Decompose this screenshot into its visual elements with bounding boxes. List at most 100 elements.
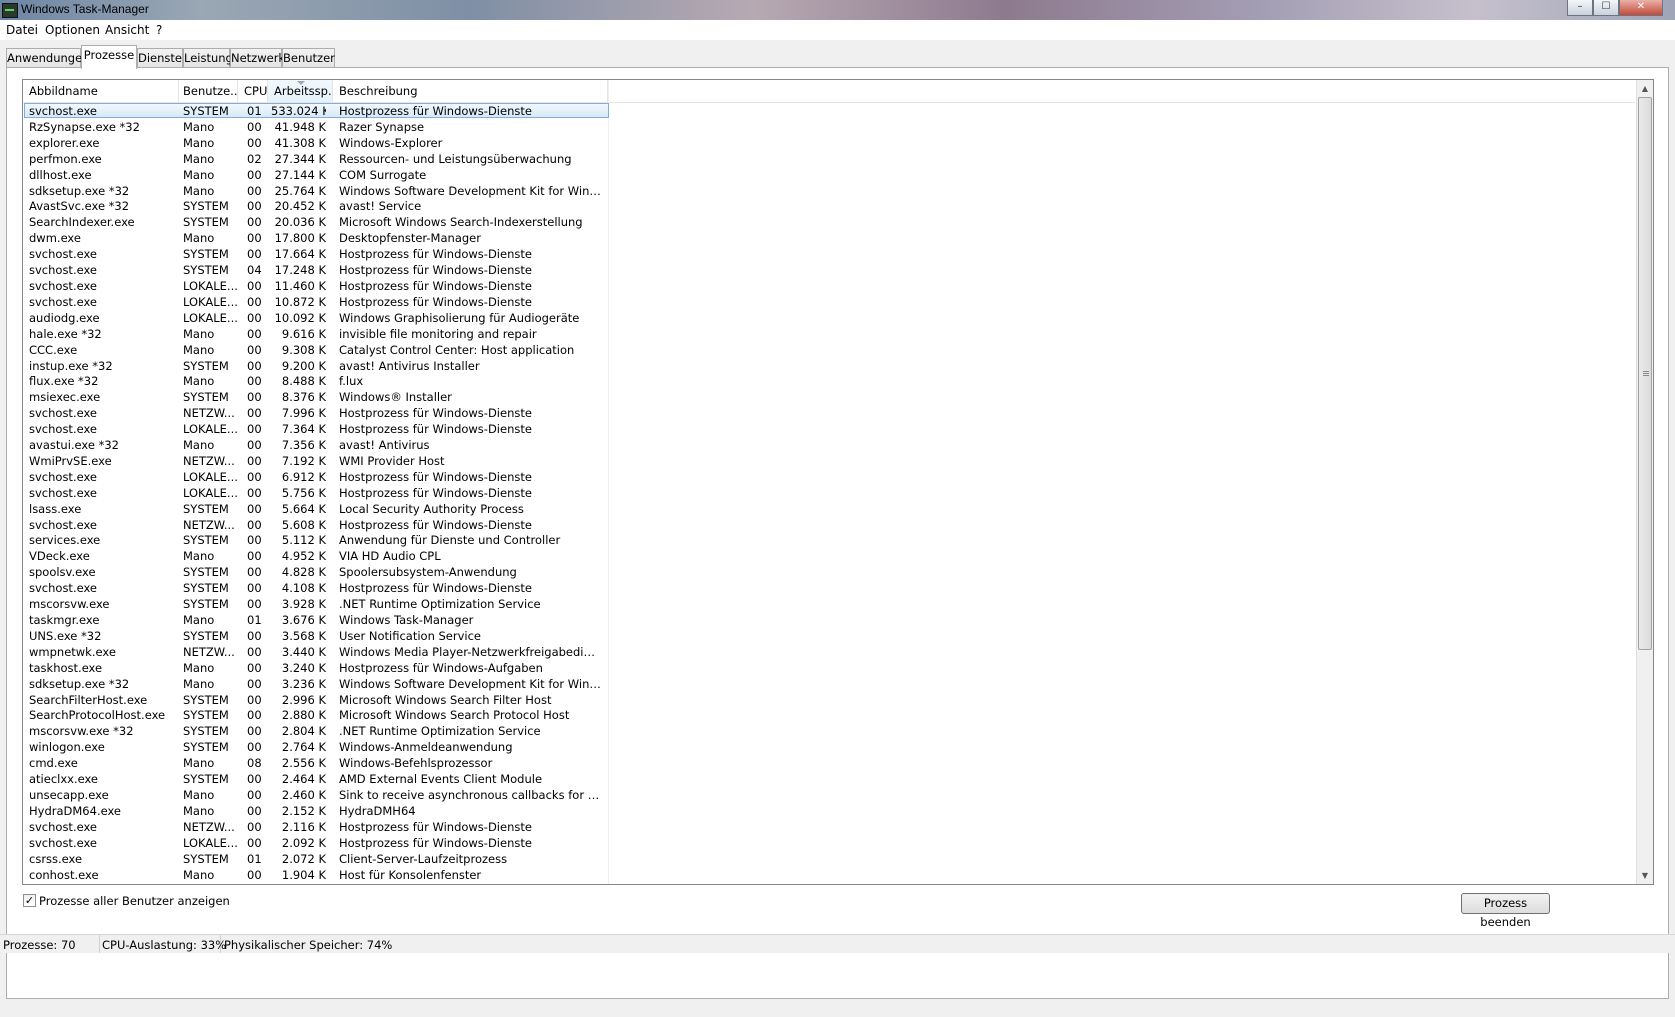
process-row[interactable]: sdksetup.exe *32 Mano 00 25.764 K Windows So… [23, 183, 1635, 199]
process-row[interactable]: flux.exe *32 Mano 00 8.488 K f.lux [23, 373, 1635, 389]
minimize-button[interactable]: – [1567, 0, 1593, 16]
process-cpu: 00 [247, 501, 262, 516]
process-memory: 3.440 K [281, 644, 326, 659]
process-row[interactable]: svchost.exe SYSTEM 00 4.108 K Hostprozess fü… [23, 580, 1635, 596]
process-row[interactable]: wmpnetwk.exe NETZW... 00 3.440 K Windows Med… [23, 644, 1635, 660]
process-row[interactable]: mscorsvw.exe SYSTEM 00 3.928 K .NET Runtime … [23, 596, 1635, 612]
process-row[interactable]: services.exe SYSTEM 00 5.112 K Anwendung für… [23, 532, 1635, 548]
process-name: lsass.exe [29, 501, 82, 516]
tab-anwendungen[interactable]: Anwendungen [6, 48, 89, 67]
process-row[interactable]: perfmon.exe Mano 02 27.344 K Ressourcen- und… [23, 151, 1635, 167]
process-row[interactable]: atieclxx.exe SYSTEM 00 2.464 K AMD External … [23, 771, 1635, 787]
process-cpu: 01 [247, 104, 262, 118]
process-description: avast! Antivirus [339, 438, 430, 453]
process-row[interactable]: lsass.exe SYSTEM 00 5.664 K Local Security A… [23, 501, 1635, 517]
process-row[interactable]: SearchIndexer.exe SYSTEM 00 20.036 K Microso… [23, 214, 1635, 230]
process-row[interactable]: hale.exe *32 Mano 00 9.616 K invisible file … [23, 326, 1635, 342]
process-cpu: 04 [247, 263, 262, 278]
process-cpu: 00 [247, 183, 262, 198]
process-memory: 2.464 K [281, 772, 326, 787]
process-row[interactable]: svchost.exe NETZW... 00 5.608 K Hostprozess … [23, 517, 1635, 533]
end-process-button[interactable]: Prozess beenden [1461, 893, 1550, 929]
process-cpu: 00 [247, 453, 262, 468]
process-row[interactable]: avastui.exe *32 Mano 00 7.356 K avast! Antiv… [23, 437, 1635, 453]
process-description: Windows Task-Manager [339, 613, 474, 627]
menu-help[interactable]: ? [156, 23, 162, 37]
scroll-down-icon[interactable]: ▼ [1637, 867, 1653, 884]
grip-line [1643, 373, 1649, 374]
process-row[interactable]: instup.exe *32 SYSTEM 00 9.200 K avast! Anti… [23, 358, 1635, 374]
process-row[interactable]: svchost.exe LOKALE... 00 11.460 K Hostprozes… [23, 278, 1635, 294]
column-header-memory[interactable]: Arbeitssp... [268, 80, 333, 102]
process-row[interactable]: cmd.exe Mano 08 2.556 K Windows-Befehlsproze… [23, 755, 1635, 771]
process-row[interactable]: unsecapp.exe Mano 00 2.460 K Sink to receive… [23, 787, 1635, 803]
process-memory: 10.872 K [274, 294, 326, 309]
process-row[interactable]: taskhost.exe Mano 00 3.240 K Hostprozess für… [23, 660, 1635, 676]
process-row[interactable]: sdksetup.exe *32 Mano 00 3.236 K Windows Sof… [23, 676, 1635, 692]
process-name: svchost.exe [29, 517, 98, 532]
process-row[interactable]: svchost.exe LOKALE... 00 10.872 K Hostprozes… [23, 294, 1635, 310]
process-row[interactable]: svchost.exe LOKALE... 00 6.912 K Hostprozess… [23, 469, 1635, 485]
show-all-users-label[interactable]: Prozesse aller Benutzer anzeigen [39, 893, 230, 909]
process-row[interactable]: spoolsv.exe SYSTEM 00 4.828 K Spoolersubsyst… [23, 564, 1635, 580]
process-row[interactable]: conhost.exe Mano 00 1.904 K Host für Konsole… [23, 867, 1635, 883]
sort-descending-icon [297, 81, 305, 85]
column-header-user[interactable]: Benutze... [177, 80, 238, 102]
vertical-scrollbar[interactable]: ▲ ▼ [1636, 80, 1653, 884]
process-row[interactable]: mscorsvw.exe *32 SYSTEM 00 2.804 K .NET Runt… [23, 723, 1635, 739]
process-row[interactable]: svchost.exe SYSTEM 04 17.248 K Hostprozess f… [23, 262, 1635, 278]
process-row[interactable]: explorer.exe Mano 00 41.308 K Windows-Explor… [23, 135, 1635, 151]
process-row[interactable]: audiodg.exe LOKALE... 00 10.092 K Windows Gr… [23, 310, 1635, 326]
process-row[interactable]: dllhost.exe Mano 00 27.144 K COM Surrogate [23, 167, 1635, 183]
column-header-cpu[interactable]: CPU [238, 80, 268, 102]
process-row[interactable]: svchost.exe NETZW... 00 2.116 K Hostprozess … [23, 819, 1635, 835]
process-row[interactable]: taskmgr.exe Mano 01 3.676 K Windows Task-Man… [23, 612, 1635, 628]
process-row[interactable]: UNS.exe *32 SYSTEM 00 3.568 K User Notificat… [23, 628, 1635, 644]
show-all-users-checkbox[interactable]: ✓ [23, 894, 36, 907]
tab-benutzer[interactable]: Benutzer [282, 48, 335, 67]
process-row[interactable]: HydraDM64.exe Mano 00 2.152 K HydraDMH64 [23, 803, 1635, 819]
process-row[interactable]: svchost.exe LOKALE... 00 7.364 K Hostprozess… [23, 421, 1635, 437]
process-user: SYSTEM [183, 772, 229, 787]
column-header-name[interactable]: Abbildname [23, 80, 179, 102]
process-row[interactable]: csrss.exe SYSTEM 01 2.072 K Client-Server-La… [23, 851, 1635, 867]
menu-datei[interactable]: Datei [6, 23, 38, 37]
process-row[interactable]: RzSynapse.exe *32 Mano 00 41.948 K Razer Syn… [23, 119, 1635, 135]
process-row[interactable]: msiexec.exe SYSTEM 00 8.376 K Windows® Insta… [23, 389, 1635, 405]
process-row[interactable]: WmiPrvSE.exe NETZW... 00 7.192 K WMI Provide… [23, 453, 1635, 469]
process-row[interactable]: svchost.exe NETZW... 00 7.996 K Hostprozess … [23, 405, 1635, 421]
close-button[interactable]: ✕ [1619, 0, 1663, 16]
process-cpu: 00 [247, 692, 262, 707]
process-row[interactable]: SearchFilterHost.exe SYSTEM 00 2.996 K Micro… [23, 692, 1635, 708]
tab-leistung[interactable]: Leistung [183, 48, 233, 67]
process-row[interactable]: VDeck.exe Mano 00 4.952 K VIA HD Audio CPL [23, 548, 1635, 564]
process-row[interactable]: svchost.exe LOKALE... 00 2.092 K Hostprozess… [23, 835, 1635, 851]
tab-netzwerk[interactable]: Netzwerk [230, 48, 285, 67]
tab-dienste[interactable]: Dienste [137, 48, 183, 67]
menu-ansicht[interactable]: Ansicht [105, 23, 149, 37]
process-row[interactable]: AvastSvc.exe *32 SYSTEM 00 20.452 K avast! S… [23, 198, 1635, 214]
process-row[interactable]: svchost.exe LOKALE... 00 5.756 K Hostprozess… [23, 485, 1635, 501]
process-user: LOKALE... [183, 278, 238, 293]
process-row[interactable]: SearchProtocolHost.exe SYSTEM 00 2.880 K Mic… [23, 707, 1635, 723]
process-memory: 2.152 K [281, 803, 326, 818]
process-list[interactable]: Abbildname Benutze... CPU Arbeitssp... B… [22, 79, 1654, 885]
process-row[interactable]: CCC.exe Mano 00 9.308 K Catalyst Control Cen… [23, 342, 1635, 358]
process-name: SearchProtocolHost.exe [29, 708, 166, 723]
process-user: SYSTEM [183, 501, 229, 516]
column-header-description[interactable]: Beschreibung [333, 80, 608, 102]
column-header-memory-label: Arbeitssp... [274, 84, 333, 98]
process-user: Mano [183, 167, 215, 182]
maximize-button[interactable]: ☐ [1593, 0, 1619, 16]
tab-prozesse[interactable]: Prozesse [81, 45, 137, 69]
process-name: SearchIndexer.exe [29, 215, 135, 230]
menu-optionen[interactable]: Optionen [45, 23, 100, 37]
menu-bar: Datei Optionen Ansicht ? [0, 20, 1675, 40]
process-row[interactable]: dwm.exe Mano 00 17.800 K Desktopfenster-Mana… [23, 230, 1635, 246]
scroll-thumb[interactable] [1638, 97, 1652, 650]
process-row[interactable]: svchost.exe SYSTEM 01 533.024 K Hostprozess … [23, 103, 1635, 119]
scroll-up-icon[interactable]: ▲ [1637, 80, 1653, 97]
process-memory: 8.376 K [281, 390, 326, 405]
process-row[interactable]: winlogon.exe SYSTEM 00 2.764 K Windows-Anmel… [23, 739, 1635, 755]
process-row[interactable]: svchost.exe SYSTEM 00 17.664 K Hostprozess f… [23, 246, 1635, 262]
